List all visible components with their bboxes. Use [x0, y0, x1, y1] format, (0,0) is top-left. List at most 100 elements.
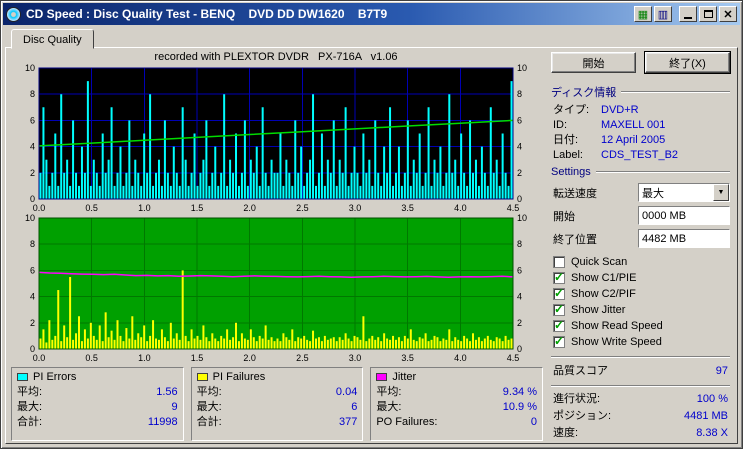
- checkbox-row-show-read-speed: ✓ Show Read Speed: [553, 318, 730, 334]
- disc-info-rows: タイプ: DVD+R ID: MAXELL 001 日付: 12 April 2005 La…: [551, 103, 730, 163]
- checkbox-show-jitter[interactable]: ✓: [553, 302, 565, 316]
- legend-box-pi-failures: PI Failures 平均: 0.04 最大: 6 合計: 377: [190, 367, 364, 441]
- quality-score-row: 品質スコア 97: [551, 362, 730, 381]
- disc-info-header-label: ディスク情報: [551, 87, 617, 99]
- checkbox-show-write-speed[interactable]: ✓: [553, 334, 565, 348]
- header-rule: [621, 91, 730, 93]
- svg-text:3.5: 3.5: [401, 203, 414, 213]
- stat-row: 平均: 0.04: [197, 385, 358, 400]
- svg-text:3.0: 3.0: [349, 203, 362, 213]
- recorded-with-text: recorded with PLEXTOR DVDR PX-716A v1.06: [154, 51, 398, 63]
- settings-header-label: Settings: [551, 166, 591, 178]
- svg-text:3.0: 3.0: [349, 353, 362, 363]
- check-icon: ✓: [554, 334, 565, 348]
- stat-row: PO Failures: 0: [376, 415, 537, 430]
- separator: [551, 356, 730, 358]
- checkbox-show-c2-pif[interactable]: ✓: [553, 286, 565, 300]
- check-icon: ✓: [554, 286, 565, 300]
- svg-text:10: 10: [25, 64, 35, 73]
- svg-text:2.5: 2.5: [296, 203, 309, 213]
- minimize-button[interactable]: [679, 6, 697, 22]
- svg-text:4.0: 4.0: [454, 353, 467, 363]
- svg-text:1.5: 1.5: [191, 203, 204, 213]
- quality-score-label: 品質スコア: [553, 365, 608, 377]
- status-rows: 進行状況: 100 % ポジション: 4481 MB 速度: 8.38 X: [551, 391, 730, 442]
- svg-text:4: 4: [30, 292, 35, 302]
- stat-label: PO Failures:: [376, 416, 438, 428]
- stat-value: 9.34 %: [502, 386, 538, 398]
- chart-capture-icon[interactable]: ▦: [634, 6, 652, 22]
- stat-value: 1.56: [156, 386, 178, 398]
- stat-row: 最大: 6: [197, 400, 358, 415]
- stat-value: 6: [351, 401, 358, 413]
- transfer-speed-value: 最大: [642, 187, 664, 200]
- quality-score-value: 97: [715, 365, 728, 377]
- legend-box-jitter: Jitter 平均: 9.34 % 最大: 10.9 % PO Failures: 0: [370, 367, 544, 441]
- stat-value: 0: [530, 416, 538, 428]
- svg-text:6: 6: [30, 265, 35, 275]
- svg-text:1.5: 1.5: [191, 353, 204, 363]
- svg-text:4: 4: [517, 142, 522, 152]
- stat-value: 10.9 %: [502, 401, 538, 413]
- svg-text:0.5: 0.5: [85, 203, 98, 213]
- disc-info-row: 日付: 12 April 2005: [551, 133, 730, 148]
- status-value: 4481 MB: [683, 410, 728, 422]
- checkbox-row-quick-scan: Quick Scan: [553, 254, 730, 270]
- checkbox-label: Show Write Speed: [571, 336, 662, 348]
- check-icon: ✓: [554, 302, 565, 316]
- maximize-icon: [703, 10, 713, 18]
- svg-text:4.0: 4.0: [454, 203, 467, 213]
- svg-text:1.0: 1.0: [138, 353, 151, 363]
- checkbox-label: Show Read Speed: [571, 320, 663, 332]
- status-label: 進行状況:: [553, 393, 601, 405]
- checkbox-show-c1-pie[interactable]: ✓: [553, 270, 565, 284]
- copy-chart-icon[interactable]: ▥: [654, 6, 672, 22]
- svg-text:6: 6: [517, 115, 522, 125]
- stat-label: 平均:: [196, 386, 222, 398]
- close-button[interactable]: ✕: [719, 6, 737, 22]
- maximize-button[interactable]: [699, 6, 717, 22]
- minimize-icon: [684, 17, 692, 19]
- stat-value: 9: [171, 401, 178, 413]
- stat-value: 11998: [147, 416, 178, 428]
- stat-row: 平均: 1.56: [17, 385, 178, 400]
- settings-header: Settings: [551, 166, 730, 178]
- stat-label: 最大:: [196, 401, 222, 413]
- checkbox-show-read-speed[interactable]: ✓: [553, 318, 565, 332]
- start-position-input[interactable]: [638, 206, 730, 225]
- disc-info-label: タイプ:: [553, 104, 590, 116]
- svg-text:6: 6: [30, 115, 35, 125]
- end-position-input[interactable]: [638, 229, 730, 248]
- svg-text:2.0: 2.0: [243, 203, 256, 213]
- control-panel: 開始 終了(X) ディスク情報 タイプ: DVD+R ID: MAXELL 001 日付…: [543, 50, 734, 441]
- charts-column: recorded with PLEXTOR DVDR PX-716A v1.06…: [9, 50, 544, 441]
- disc-info-header: ディスク情報: [551, 84, 730, 100]
- status-row: ポジション: 4481 MB: [551, 408, 730, 425]
- status-row: 進行状況: 100 %: [551, 391, 730, 408]
- svg-text:10: 10: [25, 214, 35, 223]
- chevron-down-icon[interactable]: ▼: [713, 184, 729, 201]
- display-option-checkboxes: Quick Scan ✓ Show C1/PIE ✓ Show C2/PIF ✓ Show …: [553, 254, 730, 350]
- transfer-speed-select[interactable]: 最大 ▼: [638, 183, 730, 202]
- stat-row: 合計: 377: [197, 415, 358, 430]
- close-icon: ✕: [723, 8, 733, 21]
- title-bar[interactable]: CD Speed : Disc Quality Test - BENQ DVD …: [3, 3, 740, 25]
- exit-button[interactable]: 終了(X): [644, 51, 731, 74]
- checkbox-quick-scan[interactable]: [553, 256, 565, 268]
- svg-text:2: 2: [517, 168, 522, 178]
- disc-info-label: ID:: [553, 119, 568, 131]
- transfer-speed-label: 転送速度: [553, 187, 597, 200]
- start-position-label: 開始: [553, 210, 575, 223]
- cd-app-icon: [6, 6, 21, 22]
- disc-info-value: 12 April 2005: [601, 134, 666, 146]
- tab-disc-quality[interactable]: Disc Quality: [11, 29, 94, 49]
- checkbox-label: Show C1/PIE: [571, 272, 637, 284]
- tab-strip: Disc Quality: [3, 28, 740, 49]
- start-button[interactable]: 開始: [551, 52, 636, 73]
- stat-label: 平均:: [376, 386, 402, 398]
- checkbox-label: Quick Scan: [571, 256, 628, 268]
- disc-info-row: タイプ: DVD+R: [551, 103, 730, 118]
- pi-failures-swatch-icon: [196, 373, 208, 381]
- svg-text:3.5: 3.5: [401, 353, 414, 363]
- stat-row: 合計: 11998: [17, 415, 178, 430]
